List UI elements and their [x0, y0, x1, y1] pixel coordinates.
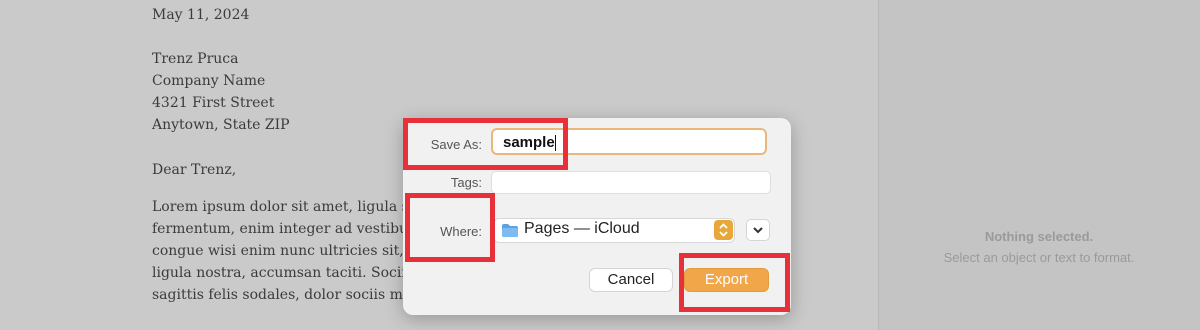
format-inspector: [878, 0, 1200, 330]
recipient-street: 4321 First Street: [152, 95, 275, 111]
save-as-label: Save As:: [430, 137, 482, 152]
save-as-value: sample: [503, 134, 555, 151]
recipient-name: Trenz Pruca: [152, 51, 239, 67]
inspector-title: Nothing selected.: [984, 229, 1094, 244]
letter-greeting: Dear Trenz,: [152, 162, 237, 178]
where-value: Pages — iCloud: [524, 220, 640, 237]
recipient-city: Anytown, State ZIP: [152, 117, 290, 133]
recipient-company: Company Name: [152, 73, 266, 89]
inspector-subtitle: Select an object or text to format.: [943, 250, 1135, 265]
save-as-input[interactable]: sample: [491, 128, 767, 155]
body-line: sagittis felis sodales, dolor sociis mau…: [152, 287, 427, 303]
body-line: fermentum, enim integer ad vestibul: [152, 221, 413, 237]
expand-dialog-button[interactable]: [746, 219, 770, 241]
where-label: Where:: [440, 224, 482, 239]
tags-input[interactable]: [491, 171, 771, 194]
body-line: Lorem ipsum dolor sit amet, ligula su: [152, 199, 418, 215]
body-line: ligula nostra, accumsan taciti. Sociis m: [152, 265, 431, 281]
body-line: congue wisi enim nunc ultricies sit, m: [152, 243, 422, 259]
tags-label: Tags:: [450, 175, 482, 190]
folder-icon: [501, 223, 519, 243]
dropdown-stepper-icon[interactable]: [714, 220, 733, 240]
export-button[interactable]: Export: [684, 268, 769, 292]
cancel-button[interactable]: Cancel: [589, 268, 673, 292]
chevron-down-icon: [753, 227, 763, 234]
letter-date: May 11, 2024: [152, 7, 250, 23]
text-caret: [554, 135, 556, 152]
